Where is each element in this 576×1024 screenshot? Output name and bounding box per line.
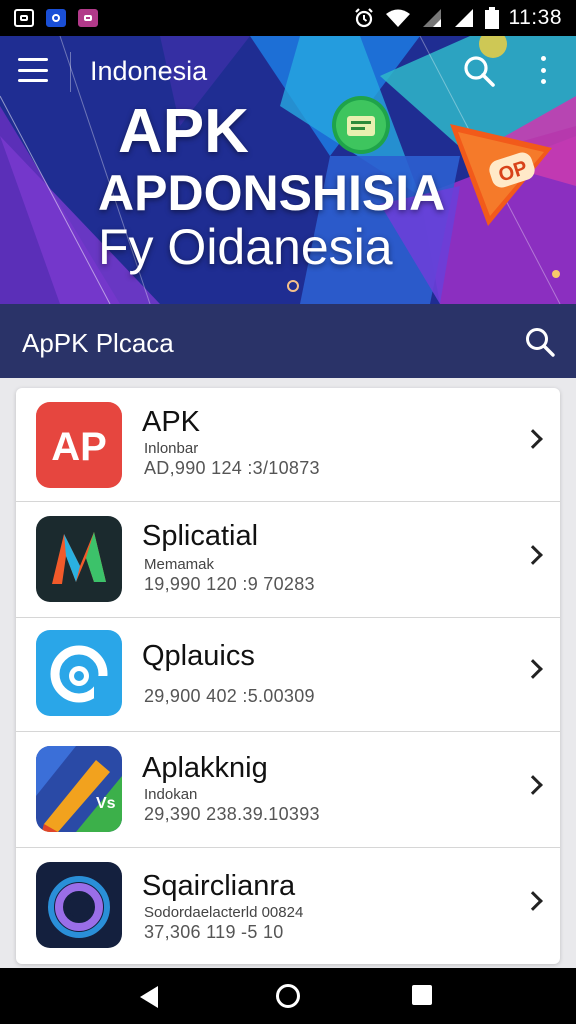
app-meta: 29,900 402 :5.00309 (144, 686, 315, 706)
chevron-right-icon[interactable] (523, 659, 543, 679)
hamburger-menu-icon[interactable] (18, 58, 48, 82)
more-vertical-icon[interactable] (538, 56, 548, 84)
app-subtitle: Memamak (144, 556, 215, 573)
hero-heading-line2: APDONSHISIA (98, 165, 446, 221)
app-bar: Indonesia (0, 36, 576, 106)
app-subtitle: Sodordaelacterld 00824 (144, 904, 304, 921)
chevron-right-icon[interactable] (523, 545, 543, 565)
wifi-icon (385, 9, 410, 27)
n-logo-icon (36, 516, 122, 602)
search-band[interactable]: ApPK Plcaca (0, 304, 576, 378)
back-icon[interactable] (140, 986, 158, 1008)
list-item[interactable]: Sqairclianra Sodordaelacterld 00824 37,3… (16, 848, 560, 964)
list-item[interactable]: Splicatial Memamak 19,990 120 :9 70283 (16, 502, 560, 618)
app-subtitle: Indokan (144, 786, 198, 803)
app-name: APK (142, 406, 201, 438)
op-badge-icon: OP (450, 124, 552, 226)
app-name: Aplakknig (142, 752, 268, 784)
signal-icon (454, 9, 473, 27)
app-bar-divider (70, 52, 71, 92)
app-name: Splicatial (142, 520, 259, 552)
list-item[interactable]: Qplauics 29,900 402 :5.00309 (16, 618, 560, 732)
at-logo-icon (36, 630, 122, 716)
app-name: Qplauics (142, 640, 255, 672)
clock: 11:38 (508, 6, 562, 29)
hero-banner: OP Indonesia APK APDONSHISIA Fy Oidanesi… (0, 36, 576, 304)
search-icon[interactable] (462, 54, 496, 88)
recents-icon[interactable] (412, 985, 432, 1005)
app-meta: 19,990 120 :9 70283 (144, 574, 315, 594)
app-list: AP APK Inlonbar AD,990 124 :3/10873 Spli… (16, 388, 560, 964)
chevron-right-icon[interactable] (523, 429, 543, 449)
app-notification-icon (78, 9, 98, 27)
ring-logo-icon (36, 862, 122, 948)
hero-heading-line1: APK (118, 97, 249, 166)
pencil-logo-icon: Vs (36, 746, 122, 832)
list-item[interactable]: AP APK Inlonbar AD,990 124 :3/10873 (16, 388, 560, 502)
gallery-icon (14, 9, 34, 27)
app-subtitle: Inlonbar (144, 440, 199, 457)
app-meta: AD,990 124 :3/10873 (144, 458, 320, 478)
app-title: Indonesia (90, 56, 208, 86)
alarm-icon (354, 8, 373, 28)
svg-text:Vs: Vs (96, 795, 116, 812)
battery-icon (484, 7, 499, 29)
chevron-right-icon[interactable] (523, 775, 543, 795)
app-notification-icon (46, 9, 66, 27)
app-name: Sqairclianra (142, 870, 296, 902)
hero-heading-line3: Fy Oidanesia (98, 219, 393, 275)
search-icon[interactable] (524, 326, 556, 358)
ap-logo-icon: AP (36, 402, 122, 488)
list-item[interactable]: Vs Aplakknig Indokan 29,390 238.39.10393 (16, 732, 560, 848)
svg-text:AP: AP (51, 425, 107, 469)
home-icon[interactable] (276, 984, 300, 1008)
chevron-right-icon[interactable] (523, 891, 543, 911)
navigation-bar (0, 968, 576, 1024)
app-meta: 37,306 119 -5 10 (144, 922, 284, 942)
app-meta: 29,390 238.39.10393 (144, 804, 320, 824)
signal-icon (422, 9, 441, 27)
status-bar: 11:38 (0, 0, 576, 36)
search-label: ApPK Plcaca (22, 328, 174, 358)
